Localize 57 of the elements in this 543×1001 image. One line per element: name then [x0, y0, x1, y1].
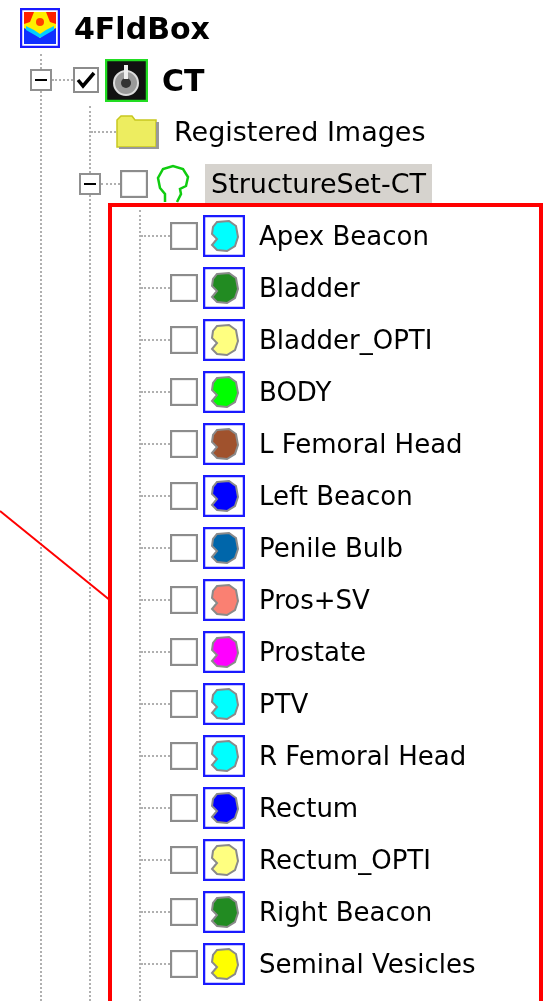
- structure-set-label[interactable]: StructureSet-CT: [205, 163, 433, 205]
- structure-label[interactable]: Left Beacon: [259, 476, 413, 516]
- checkbox[interactable]: [170, 534, 198, 562]
- structure-label[interactable]: Right Beacon: [259, 892, 433, 932]
- checkbox[interactable]: [170, 638, 198, 666]
- folder-label[interactable]: Registered Images: [174, 111, 426, 153]
- structure-label[interactable]: PTV: [259, 684, 309, 724]
- structure-label[interactable]: R Femoral Head: [259, 736, 467, 776]
- checkbox[interactable]: [170, 742, 198, 770]
- structure-label[interactable]: Pros+SV: [259, 580, 370, 620]
- checkbox[interactable]: [170, 846, 198, 874]
- checkbox[interactable]: [170, 898, 198, 926]
- checkbox[interactable]: [170, 378, 198, 406]
- checkbox[interactable]: [170, 690, 198, 718]
- structure-icon: [203, 631, 245, 673]
- structure-icon: [203, 319, 245, 361]
- checkbox[interactable]: [120, 170, 148, 198]
- checkbox[interactable]: [170, 586, 198, 614]
- structure-label[interactable]: Rectum: [259, 788, 359, 828]
- structure-icon: [203, 839, 245, 881]
- checkbox[interactable]: [170, 326, 198, 354]
- structure-icon: [203, 891, 245, 933]
- root-label[interactable]: 4FldBox: [74, 5, 210, 51]
- checkbox[interactable]: [170, 222, 198, 250]
- expander-icon[interactable]: [79, 173, 101, 195]
- checkbox[interactable]: [73, 67, 99, 93]
- dose-map-icon: [20, 8, 60, 48]
- structure-icon: [203, 527, 245, 569]
- structure-icon: [203, 735, 245, 777]
- head-outline-icon: [155, 164, 191, 204]
- checkbox[interactable]: [170, 794, 198, 822]
- structure-icon: [203, 579, 245, 621]
- ct-scan-icon: [105, 58, 148, 102]
- checkbox[interactable]: [170, 950, 198, 978]
- structure-label[interactable]: Bladder_OPTI: [259, 320, 433, 360]
- checkbox[interactable]: [170, 482, 198, 510]
- structure-icon: [203, 215, 245, 257]
- structure-icon: [203, 683, 245, 725]
- checkbox[interactable]: [170, 274, 198, 302]
- structure-label[interactable]: Prostate: [259, 632, 367, 672]
- structure-label[interactable]: Penile Bulb: [259, 528, 403, 568]
- expander-icon[interactable]: [30, 69, 52, 91]
- structure-label[interactable]: Apex Beacon: [259, 216, 429, 256]
- structure-label[interactable]: Seminal Vesicles: [259, 944, 476, 984]
- structure-icon: [203, 423, 245, 465]
- structure-icon: [203, 371, 245, 413]
- structure-icon: [203, 787, 245, 829]
- series-label[interactable]: CT: [162, 57, 205, 103]
- structure-icon: [203, 475, 245, 517]
- folder-icon: [116, 115, 160, 149]
- structure-icon: [203, 943, 245, 985]
- structure-label[interactable]: L Femoral Head: [259, 424, 463, 464]
- structure-label[interactable]: Bladder: [259, 268, 360, 308]
- checkbox[interactable]: [170, 430, 198, 458]
- structure-label[interactable]: Rectum_OPTI: [259, 840, 431, 880]
- structure-icon: [203, 267, 245, 309]
- structure-label[interactable]: BODY: [259, 372, 332, 412]
